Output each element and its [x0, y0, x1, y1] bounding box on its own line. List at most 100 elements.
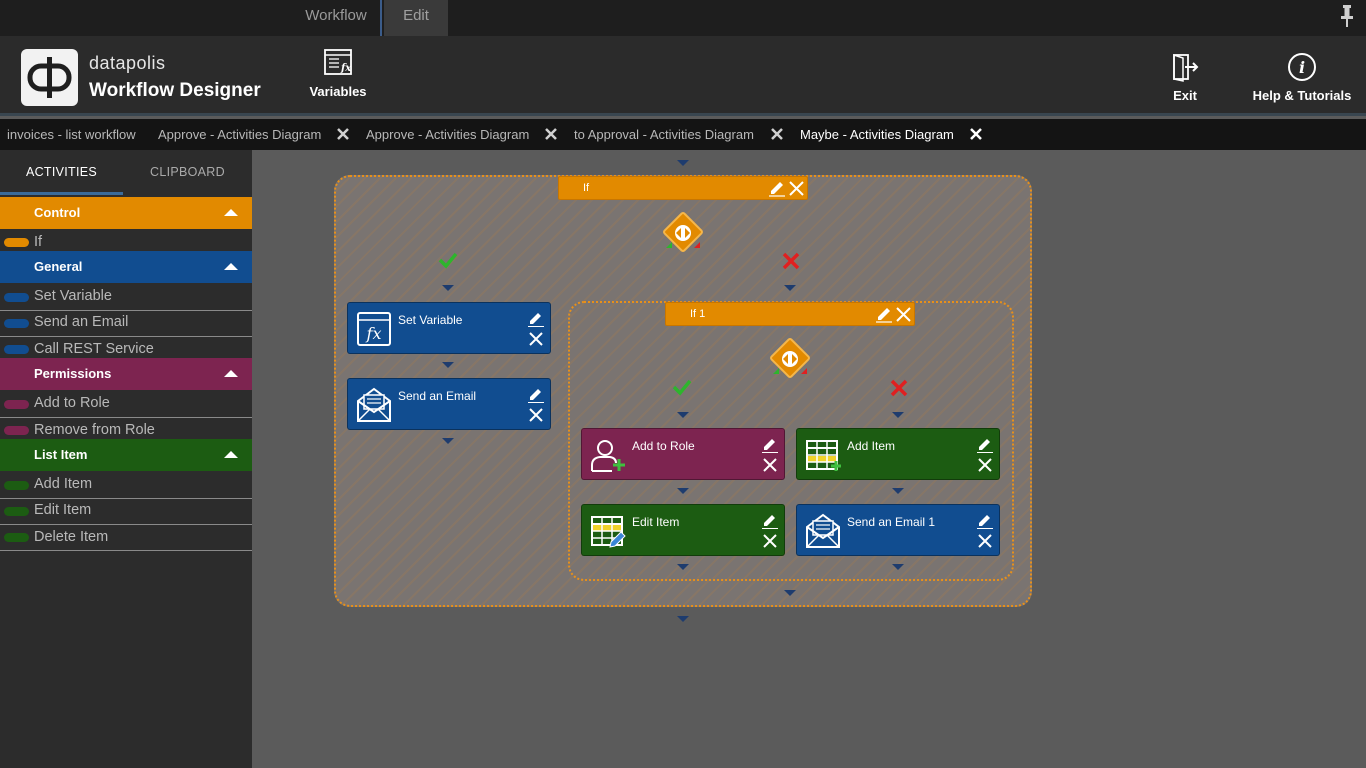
collapse-arrow-icon[interactable]: [224, 263, 238, 270]
category-color-pill: [4, 481, 29, 490]
category-color-pill: [4, 426, 29, 435]
svg-text:i: i: [1299, 58, 1305, 77]
logo-icon: [27, 57, 72, 98]
condition-icon: [666, 225, 700, 248]
close-icon[interactable]: [770, 127, 784, 141]
email-icon: [357, 387, 391, 422]
activity-send-email[interactable]: Send an Email: [347, 378, 551, 430]
connector-arrow-icon[interactable]: [892, 564, 904, 570]
delete-icon[interactable]: [762, 533, 778, 549]
activity-set-variable[interactable]: fx Set Variable: [347, 302, 551, 354]
category-color-pill: [4, 533, 29, 542]
doc-tab[interactable]: Approve - Activities Diagram: [158, 119, 321, 150]
edit-table-icon: [591, 516, 626, 548]
if-header-actions: [769, 181, 804, 197]
delete-icon[interactable]: [977, 457, 993, 473]
edit-icon[interactable]: [528, 387, 544, 403]
category-label: Permissions: [34, 366, 112, 381]
pin-icon[interactable]: [1340, 4, 1354, 28]
collapse-arrow-icon[interactable]: [224, 370, 238, 377]
delete-icon[interactable]: [762, 457, 778, 473]
activity-add-item[interactable]: Add Item: [0, 472, 252, 499]
tab-clipboard[interactable]: CLIPBOARD: [123, 150, 252, 195]
close-icon[interactable]: [969, 127, 983, 141]
category-label: General: [34, 259, 83, 274]
help-tutorials-button[interactable]: i Help & Tutorials: [1248, 52, 1356, 103]
delete-icon[interactable]: [528, 407, 544, 423]
top-tab-strip: Workflow Edit: [0, 0, 1366, 36]
activity-add-to-role[interactable]: Add to Role: [581, 428, 785, 480]
category-color-pill: [4, 238, 29, 247]
activity-title: Edit Item: [632, 515, 680, 529]
exit-label: Exit: [1173, 88, 1197, 103]
add-table-icon: [806, 440, 841, 471]
edit-icon[interactable]: [528, 311, 544, 327]
false-branch-x-icon: [782, 252, 800, 270]
category-list-item[interactable]: List Item: [0, 439, 252, 471]
connector-arrow-icon[interactable]: [892, 488, 904, 494]
category-general[interactable]: General: [0, 251, 252, 283]
connector-arrow-icon[interactable]: [677, 616, 689, 622]
edit-icon[interactable]: [762, 513, 778, 529]
delete-icon[interactable]: [528, 331, 544, 347]
doc-tab-active[interactable]: Maybe - Activities Diagram: [800, 119, 954, 150]
add-user-icon: [591, 440, 625, 472]
if-header[interactable]: If: [558, 176, 808, 200]
edit-icon[interactable]: [977, 513, 993, 529]
tab-activities[interactable]: ACTIVITIES: [0, 150, 123, 195]
category-permissions[interactable]: Permissions: [0, 358, 252, 390]
activity-label: Call REST Service: [34, 341, 154, 357]
condition-icon: [773, 351, 807, 374]
category-label: Control: [34, 205, 81, 220]
true-branch-check-icon: [672, 379, 692, 396]
category-color-pill: [4, 400, 29, 409]
variables-button[interactable]: fx Variables: [300, 48, 376, 99]
activity-add-item[interactable]: Add Item: [796, 428, 1000, 480]
connector-arrow-icon[interactable]: [677, 564, 689, 570]
connector-arrow-icon[interactable]: [677, 412, 689, 418]
doc-tab[interactable]: Approve - Activities Diagram: [366, 119, 529, 150]
collapse-arrow-icon[interactable]: [224, 209, 238, 216]
delete-icon[interactable]: [977, 533, 993, 549]
edit-icon[interactable]: [769, 182, 785, 197]
activity-delete-item[interactable]: Delete Item: [0, 524, 252, 551]
activity-send-email[interactable]: Send an Email: [0, 310, 252, 337]
connector-arrow-icon[interactable]: [442, 362, 454, 368]
connector-arrow-icon[interactable]: [442, 438, 454, 444]
connector-arrow-icon[interactable]: [892, 412, 904, 418]
connector-arrow-icon[interactable]: [784, 590, 796, 596]
doc-tab[interactable]: invoices - list workflow: [7, 119, 136, 150]
false-branch-x-icon: [890, 379, 908, 397]
tab-workflow[interactable]: Workflow: [292, 0, 382, 36]
connector-arrow-icon[interactable]: [442, 285, 454, 291]
activity-title: Add to Role: [632, 439, 695, 453]
connector-arrow-icon[interactable]: [677, 488, 689, 494]
if-1-header[interactable]: If 1: [665, 302, 915, 326]
category-color-pill: [4, 345, 29, 354]
delete-icon[interactable]: [896, 307, 911, 322]
activity-add-to-role[interactable]: Add to Role: [0, 391, 252, 418]
doc-tab[interactable]: to Approval - Activities Diagram: [574, 119, 754, 150]
document-tabs: invoices - list workflow Approve - Activ…: [0, 119, 1366, 150]
category-control[interactable]: Control: [0, 197, 252, 229]
edit-icon[interactable]: [977, 437, 993, 453]
activity-label: If: [34, 234, 43, 250]
activity-edit-item[interactable]: Edit Item: [0, 498, 252, 525]
edit-icon[interactable]: [762, 437, 778, 453]
close-icon[interactable]: [336, 127, 350, 141]
diagram-canvas[interactable]: If fx Set Variable Send an Email If 1 Ad…: [252, 150, 1366, 768]
activity-send-email-1[interactable]: Send an Email 1: [796, 504, 1000, 556]
collapse-arrow-icon[interactable]: [224, 451, 238, 458]
edit-icon[interactable]: [876, 308, 892, 323]
tab-edit[interactable]: Edit: [384, 0, 448, 36]
if-title: If: [583, 182, 590, 194]
exit-button[interactable]: Exit: [1160, 52, 1210, 103]
close-icon[interactable]: [544, 127, 558, 141]
connector-arrow-icon[interactable]: [677, 160, 689, 166]
activity-set-variable[interactable]: Set Variable: [0, 284, 252, 311]
activity-label: Add Item: [34, 476, 93, 492]
activity-edit-item[interactable]: Edit Item: [581, 504, 785, 556]
activity-title: Send an Email 1: [847, 515, 936, 529]
delete-icon[interactable]: [789, 181, 804, 196]
connector-arrow-icon[interactable]: [784, 285, 796, 291]
